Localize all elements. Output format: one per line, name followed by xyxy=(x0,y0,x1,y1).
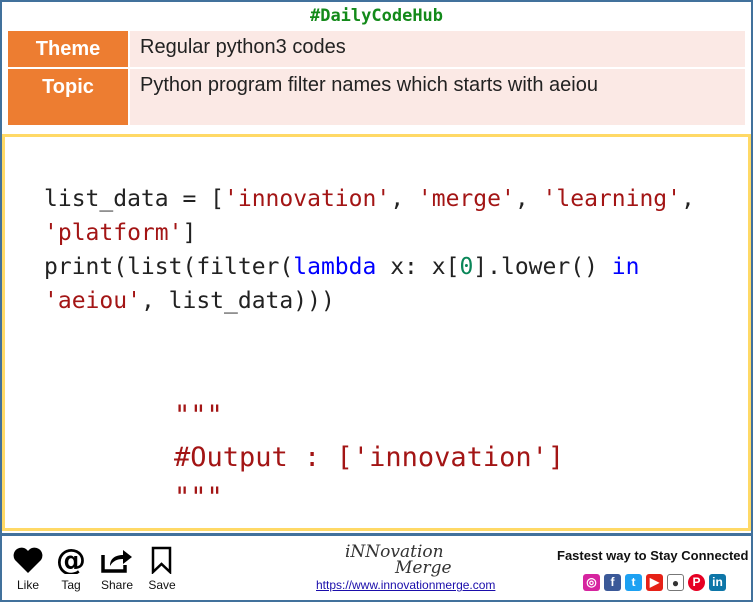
bookmark-icon xyxy=(151,546,172,574)
code-string: 'platform' xyxy=(44,220,183,246)
code-keyword: lambda xyxy=(293,254,377,280)
youtube-icon[interactable]: ▶ xyxy=(646,574,663,591)
code-keyword: in xyxy=(611,254,640,280)
twitter-icon[interactable]: t xyxy=(625,574,642,591)
code-text: , xyxy=(514,186,543,212)
output-quote-close: """ xyxy=(174,482,223,513)
save-button[interactable]: Save xyxy=(148,546,176,592)
tag-button[interactable]: @ Tag xyxy=(55,546,87,592)
topic-label: Topic xyxy=(8,69,130,125)
share-icon xyxy=(101,550,132,573)
share-label: Share xyxy=(100,578,134,592)
output-quote-open: """ xyxy=(174,400,223,431)
linkedin-icon[interactable]: in xyxy=(709,574,726,591)
like-button[interactable]: Like xyxy=(12,546,44,592)
code-text: ].lower() xyxy=(473,254,612,280)
innovationmerge-logo: iNNovation Merge xyxy=(345,544,452,578)
code-text: ] xyxy=(182,220,197,246)
code-block: list_data = ['innovation', 'merge', 'lea… xyxy=(44,182,695,318)
code-text: print(list(filter( xyxy=(44,254,294,280)
theme-label: Theme xyxy=(8,31,130,67)
code-string: 'merge' xyxy=(417,186,515,212)
like-label: Like xyxy=(16,578,39,592)
code-number: 0 xyxy=(459,254,474,280)
tag-label: Tag xyxy=(61,578,81,592)
code-string: 'aeiou' xyxy=(44,288,141,314)
save-label: Save xyxy=(148,578,176,592)
hashtag-title: #DailyCodeHub xyxy=(309,6,444,26)
connect-text: Fastest way to Stay Connected xyxy=(557,548,749,563)
output-text: #Output : ['innovation'] xyxy=(174,442,565,473)
code-text: x: x[ xyxy=(376,254,460,280)
instagram-icon[interactable]: ◎ xyxy=(583,574,600,591)
website-link[interactable]: https://www.innovationmerge.com xyxy=(316,578,495,592)
footer: Like @ Tag Share Save iNNovation Merge h… xyxy=(0,533,753,602)
heart-icon xyxy=(13,547,43,573)
share-button[interactable]: Share xyxy=(100,546,134,592)
at-icon: @ xyxy=(56,546,86,574)
code-text: list_data = [ xyxy=(44,186,225,212)
code-text: , xyxy=(681,186,695,212)
logo-bottom: Merge xyxy=(395,558,452,578)
code-text: , xyxy=(390,186,418,212)
code-text: , list_data))) xyxy=(140,288,335,314)
pinterest-icon[interactable]: P xyxy=(688,574,705,591)
topic-row: Topic Python program filter names which … xyxy=(8,69,745,125)
code-string: 'learning' xyxy=(542,186,682,212)
github-icon[interactable]: ● xyxy=(667,574,684,591)
social-links: ◎ f t ▶ ● P in xyxy=(583,574,726,591)
facebook-icon[interactable]: f xyxy=(604,574,621,591)
theme-row: Theme Regular python3 codes xyxy=(8,31,745,67)
svg-text:@: @ xyxy=(56,546,86,574)
theme-value: Regular python3 codes xyxy=(140,36,346,58)
code-string: 'innovation' xyxy=(224,186,391,212)
topic-value: Python program filter names which starts… xyxy=(140,74,598,96)
